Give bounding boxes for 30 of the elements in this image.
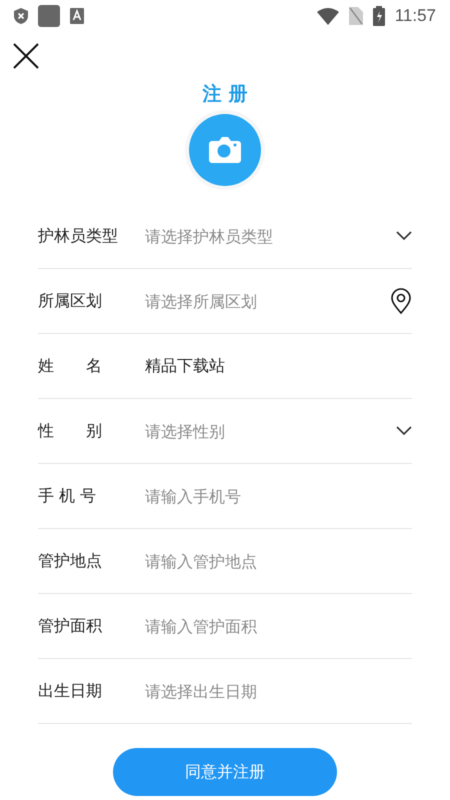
input-field[interactable]: 请选择出生日期 xyxy=(145,676,412,706)
no-sim-icon xyxy=(348,7,363,25)
input-field[interactable]: 请输入管护地点 xyxy=(145,546,412,576)
field-label: 性 别 xyxy=(38,420,103,442)
chevron-down-icon[interactable] xyxy=(396,231,412,241)
input-field[interactable]: 精品下载站 xyxy=(145,351,412,381)
input-field[interactable]: 请选择性别 xyxy=(145,416,396,446)
page-title: 注 册 xyxy=(202,82,248,106)
field-label: 所属区划 xyxy=(38,290,103,312)
input-field[interactable]: 请输入管护面积 xyxy=(145,611,412,641)
battery-charging-icon xyxy=(372,6,385,26)
field-label: 管护地点 xyxy=(38,550,103,572)
camera-button[interactable] xyxy=(189,114,261,186)
close-icon xyxy=(13,43,39,69)
status-time: 11:57 xyxy=(394,6,436,26)
keyboard-a-icon xyxy=(70,8,84,24)
input-field[interactable]: 请选择所属区划 xyxy=(145,286,390,316)
field-label: 手 机 号 xyxy=(38,486,98,506)
location-pin-icon[interactable] xyxy=(390,288,412,314)
field-label: 出生日期 xyxy=(38,680,103,702)
chevron-down-icon[interactable] xyxy=(396,426,412,436)
wifi-icon xyxy=(316,8,339,24)
field-label: 护林员类型 xyxy=(38,226,119,246)
shield-icon xyxy=(14,8,28,24)
square-icon xyxy=(38,5,60,27)
input-field[interactable]: 请输入手机号 xyxy=(145,481,412,511)
input-field[interactable]: 请选择护林员类型 xyxy=(145,221,396,251)
field-label: 姓 名 xyxy=(38,356,103,376)
camera-icon xyxy=(209,136,241,164)
field-label: 管护面积 xyxy=(38,616,103,636)
